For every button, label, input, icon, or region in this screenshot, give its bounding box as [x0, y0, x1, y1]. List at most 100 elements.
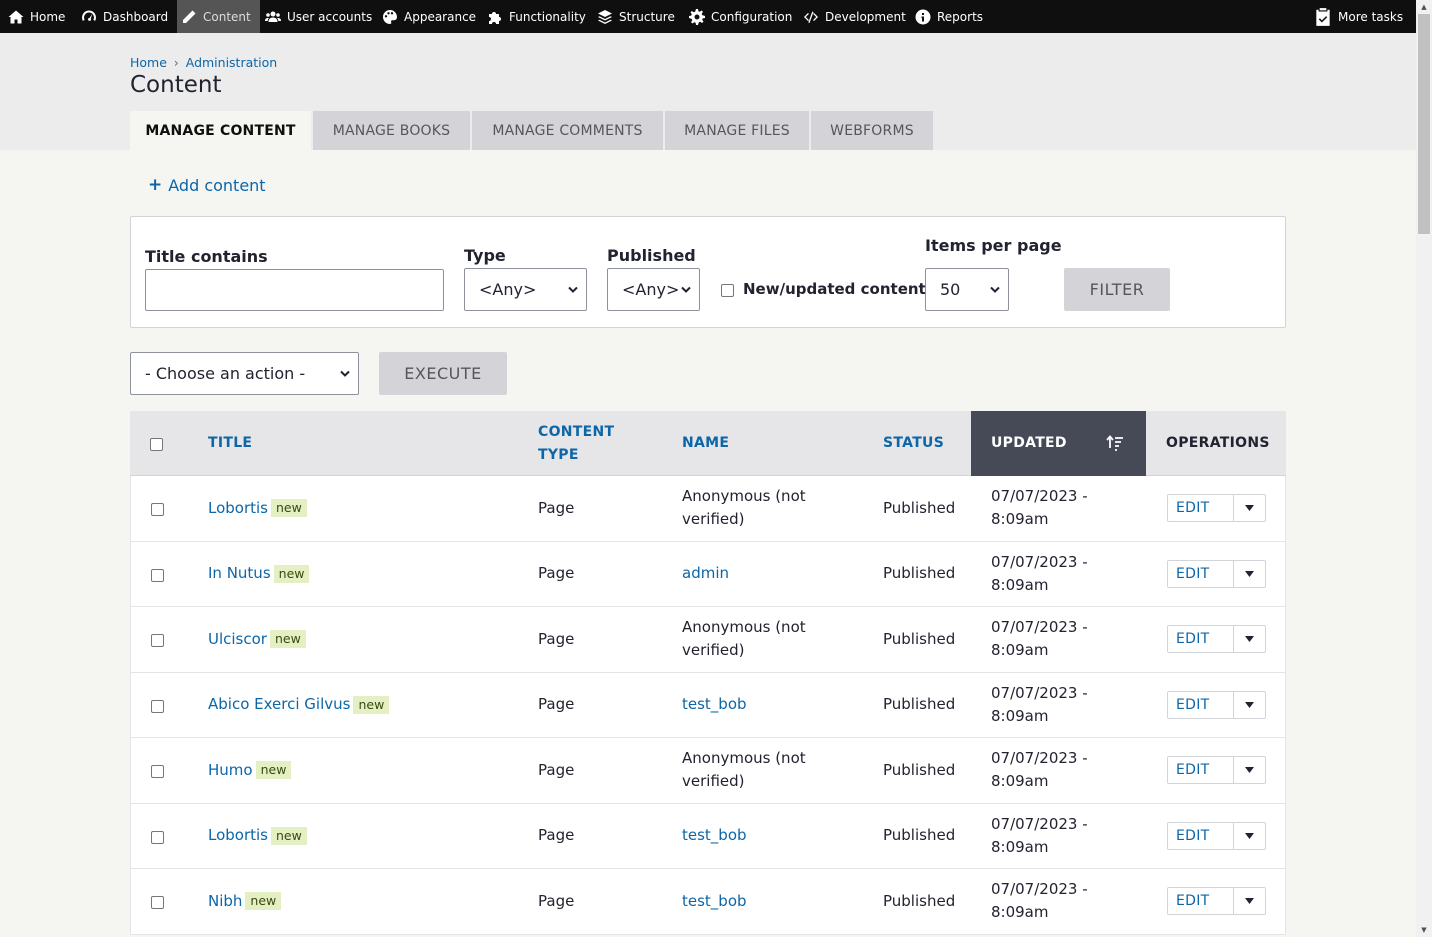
row-title-link[interactable]: Lobortis	[208, 497, 268, 520]
toolbar-item-home[interactable]: Home	[8, 0, 65, 33]
type-filter-select[interactable]: <Any>	[464, 268, 587, 311]
edit-button[interactable]: EDIT	[1168, 757, 1234, 784]
row-checkbox[interactable]	[151, 634, 164, 647]
edit-button[interactable]: EDIT	[1168, 822, 1234, 849]
tab-manage-books[interactable]: Manage books	[313, 111, 470, 150]
updated-date: 07/07/2023 -	[991, 618, 1088, 637]
pencil-icon	[181, 9, 197, 25]
header-status[interactable]: STATUS	[883, 411, 944, 476]
edit-button[interactable]: EDIT	[1168, 560, 1234, 587]
title-filter-input[interactable]	[145, 269, 444, 311]
header-content-type[interactable]: CONTENT TYPE	[538, 411, 614, 476]
toolbar-item-functionality[interactable]: Functionality	[487, 0, 586, 33]
header-title[interactable]: TITLE	[208, 411, 252, 476]
toolbar-item-structure[interactable]: Structure	[597, 0, 675, 33]
toolbar-item-dashboard[interactable]: Dashboard	[81, 0, 168, 33]
scroll-down-arrow-icon[interactable]: ▼	[1416, 923, 1432, 937]
row-checkbox[interactable]	[151, 699, 164, 713]
caret-down-icon[interactable]	[1234, 757, 1265, 783]
sort-descending-icon	[1106, 435, 1124, 459]
new-badge: new	[269, 630, 306, 649]
row-author-link[interactable]: admin	[682, 542, 729, 607]
toolbar-item-content[interactable]: Content	[177, 0, 260, 33]
scrollbar-thumb[interactable]	[1418, 14, 1430, 234]
filter-form: Title contains Type <Any> Published <Any…	[130, 216, 1286, 328]
type-filter-value: <Any>	[479, 280, 537, 299]
header-content-type-line1: CONTENT	[538, 423, 615, 440]
row-content-type: Page	[538, 564, 575, 583]
published-filter-value: <Any>	[622, 280, 680, 299]
items-per-page-select[interactable]: 50	[925, 268, 1009, 311]
caret-down-icon[interactable]	[1234, 823, 1265, 849]
toolbar-item-reports[interactable]: Reports	[915, 0, 983, 33]
table-body: Lobortis new Page Anonymous (not verifie…	[130, 476, 1286, 935]
toolbar-item-label: Structure	[619, 9, 675, 24]
page-title: Content	[130, 72, 222, 98]
edit-button[interactable]: EDIT	[1168, 626, 1234, 653]
scroll-up-arrow-icon[interactable]: ▲	[1416, 0, 1432, 14]
published-filter-select[interactable]: <Any>	[607, 268, 700, 311]
header-updated[interactable]: UPDATED	[971, 411, 1146, 476]
breadcrumb-administration[interactable]: Administration	[186, 55, 277, 70]
row-updated: 07/07/2023 - 8:09am	[991, 607, 1088, 672]
operations-dropbutton: EDIT	[1167, 625, 1266, 654]
caret-down-icon[interactable]	[1234, 626, 1265, 652]
row-checkbox[interactable]	[151, 765, 164, 778]
row-title-link[interactable]: Lobortis	[208, 824, 268, 847]
new-badge: new	[273, 564, 310, 583]
row-checkbox[interactable]	[151, 568, 164, 582]
toolbar-item-user-accounts[interactable]: User accounts	[265, 0, 372, 33]
row-title-link[interactable]: Ulciscor	[208, 628, 267, 651]
author-line2: verified)	[682, 641, 745, 660]
row-author-link[interactable]: test_bob	[682, 869, 747, 934]
author-line1: Anonymous (not	[682, 487, 806, 506]
toolbar-item-label: Dashboard	[103, 9, 169, 24]
caret-down-icon[interactable]	[1234, 495, 1265, 521]
caret-down-icon[interactable]	[1234, 692, 1265, 718]
select-all-checkbox[interactable]	[150, 438, 163, 451]
toolbar-item-label: Reports	[937, 9, 984, 24]
tab-manage-files[interactable]: Manage files	[665, 111, 809, 150]
row-checkbox[interactable]	[151, 896, 164, 909]
bulk-action-select[interactable]: - Choose an action -	[130, 352, 359, 395]
execute-button[interactable]: EXECUTE	[379, 352, 507, 395]
edit-button[interactable]: EDIT	[1168, 691, 1234, 718]
row-checkbox[interactable]	[151, 503, 164, 516]
edit-button[interactable]: EDIT	[1168, 888, 1234, 915]
row-author-link[interactable]: test_bob	[682, 804, 747, 869]
caret-down-icon[interactable]	[1234, 888, 1265, 914]
page-scrollbar[interactable]: ▲ ▼	[1416, 0, 1432, 937]
filter-button[interactable]: FILTER	[1064, 268, 1170, 311]
chevron-down-icon	[340, 370, 350, 377]
content-table: TITLE CONTENT TYPE NAME STATUS UPDATED O…	[130, 411, 1286, 935]
toolbar-item-configuration[interactable]: Configuration	[689, 0, 792, 33]
updated-date: 07/07/2023 -	[991, 880, 1088, 899]
row-checkbox[interactable]	[151, 830, 164, 844]
palette-icon	[382, 9, 398, 25]
row-author-link[interactable]: test_bob	[682, 673, 747, 738]
items-per-page-value: 50	[940, 280, 961, 299]
tab-webforms[interactable]: Webforms	[811, 111, 933, 150]
breadcrumb-home[interactable]: Home	[130, 55, 167, 70]
caret-down-icon[interactable]	[1234, 561, 1265, 587]
tab-manage-content[interactable]: Manage content	[130, 111, 311, 150]
row-title-link[interactable]: Abico Exerci Gilvus	[208, 693, 350, 716]
row-title-link[interactable]: In Nutus	[208, 562, 271, 585]
tab-manage-comments[interactable]: Manage comments	[472, 111, 663, 150]
edit-button[interactable]: EDIT	[1168, 495, 1234, 522]
new-badge: new	[271, 499, 307, 518]
row-content-type: Page	[538, 891, 575, 910]
new-badge: new	[245, 892, 282, 911]
header-content-type-line2: TYPE	[538, 446, 579, 463]
updated-date: 07/07/2023 -	[991, 552, 1088, 571]
add-content-link[interactable]: + Add content	[148, 175, 266, 195]
updated-date: 07/07/2023 -	[991, 814, 1088, 833]
row-title-link[interactable]: Nibh	[208, 890, 242, 913]
toolbar-item-label: Content	[203, 9, 251, 24]
new-updated-checkbox[interactable]	[721, 284, 734, 297]
row-title-link[interactable]: Humo	[208, 759, 253, 782]
toolbar-item-development[interactable]: Development	[803, 0, 906, 33]
toolbar-more-tasks[interactable]: More tasks	[1314, 0, 1403, 33]
header-name[interactable]: NAME	[682, 411, 729, 476]
toolbar-item-appearance[interactable]: Appearance	[382, 0, 476, 33]
